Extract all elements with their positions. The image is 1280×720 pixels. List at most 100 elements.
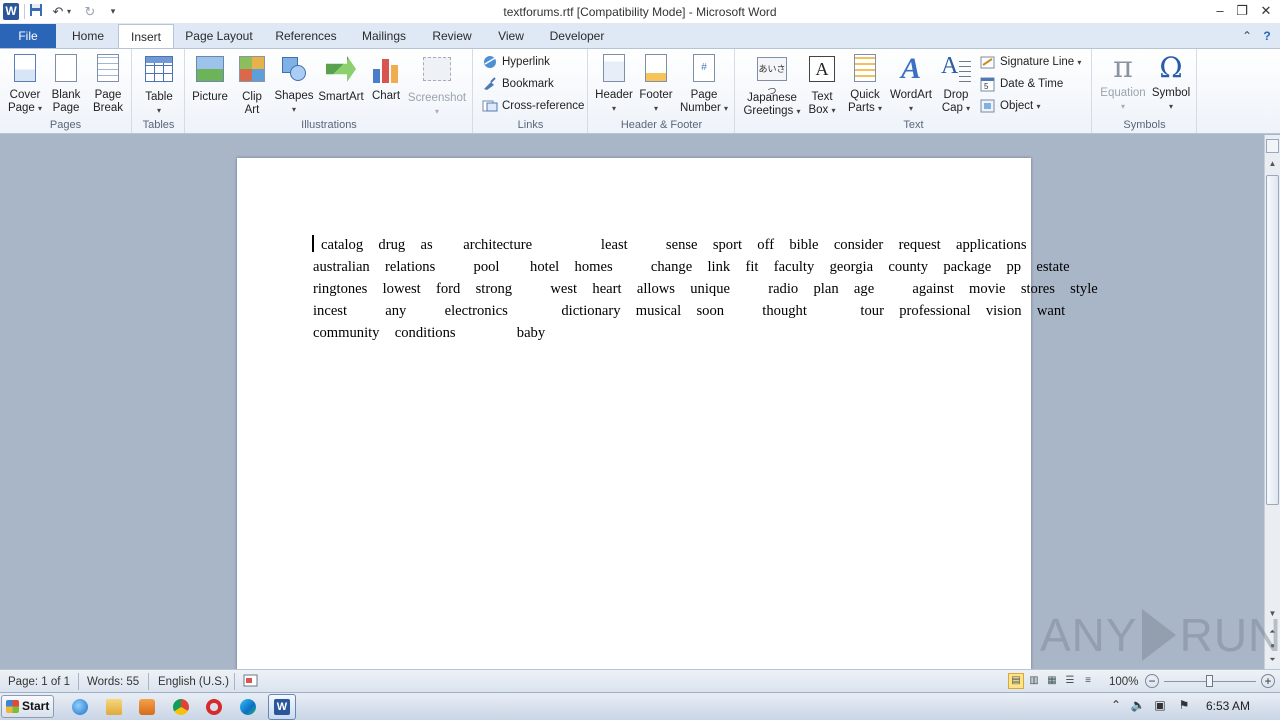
- edge-icon[interactable]: [238, 697, 258, 717]
- document-body[interactable]: catalog drug as architecture least sense…: [313, 234, 1098, 344]
- picture-icon: [196, 56, 224, 82]
- page-number-button[interactable]: # Page Number ▾: [679, 52, 729, 115]
- full-screen-reading-icon[interactable]: ▥: [1026, 673, 1042, 689]
- date-time-button[interactable]: 5 Date & Time: [980, 74, 1063, 94]
- language-indicator[interactable]: English (U.S.): [158, 674, 229, 690]
- action-center-flag-icon[interactable]: ⚑: [1176, 697, 1192, 713]
- web-layout-icon[interactable]: ▦: [1044, 673, 1060, 689]
- print-layout-view-icon[interactable]: ▤: [1008, 673, 1024, 689]
- minimize-button[interactable]: –: [1210, 2, 1230, 20]
- scroll-up-icon[interactable]: ▲: [1265, 157, 1280, 171]
- document-line[interactable]: australian relations pool hotel homes ch…: [313, 256, 1070, 278]
- tab-developer[interactable]: Developer: [542, 24, 612, 48]
- page-break-button[interactable]: Page Break: [88, 52, 128, 115]
- chrome-icon[interactable]: [171, 697, 191, 717]
- tab-view[interactable]: View: [488, 24, 534, 48]
- word-count[interactable]: Words: 55: [87, 674, 139, 690]
- restore-button[interactable]: ❐: [1232, 2, 1252, 20]
- view-ruler-icon[interactable]: [1266, 139, 1279, 153]
- clip-art-button[interactable]: Clip Art: [234, 52, 270, 117]
- dropdown-caret-icon: ▾: [1036, 102, 1041, 111]
- document-line[interactable]: ringtones lowest ford strong west heart …: [313, 278, 1098, 300]
- header-button[interactable]: Header ▾: [593, 52, 635, 115]
- show-hidden-icons[interactable]: ⌃: [1108, 697, 1124, 713]
- group-header-footer: Header ▾ Footer ▾ # Page Number ▾ Header…: [589, 49, 735, 133]
- drop-cap-button[interactable]: A Drop Cap ▾: [938, 52, 974, 115]
- opera-icon[interactable]: [204, 697, 224, 717]
- bookmark-button[interactable]: Bookmark: [482, 74, 554, 94]
- smartart-button[interactable]: SmartArt: [316, 52, 366, 104]
- object-button[interactable]: Object ▾: [980, 96, 1040, 116]
- wordart-icon: A: [900, 52, 921, 85]
- taskbar-clock[interactable]: 6:53 AM: [1206, 699, 1250, 713]
- object-icon: [980, 98, 996, 114]
- internet-explorer-icon[interactable]: [70, 697, 90, 717]
- signature-line-button[interactable]: Signature Line ▾: [980, 52, 1081, 72]
- tab-file[interactable]: File: [0, 24, 56, 48]
- document-page[interactable]: catalog drug as architecture least sense…: [237, 158, 1098, 669]
- anyrun-watermark: ANY RUN: [1040, 608, 1280, 661]
- help-icon[interactable]: ?: [1260, 28, 1274, 44]
- tab-page-layout[interactable]: Page Layout: [180, 24, 258, 48]
- tab-mailings[interactable]: Mailings: [352, 24, 416, 48]
- chart-icon: [372, 55, 400, 83]
- picture-button[interactable]: Picture: [190, 52, 230, 104]
- macro-record-icon[interactable]: [243, 674, 259, 690]
- symbol-button[interactable]: Ω Symbol ▾: [1149, 52, 1193, 113]
- chart-button[interactable]: Chart: [366, 52, 406, 103]
- dropdown-caret-icon: ▾: [1168, 102, 1173, 111]
- zoom-out-icon[interactable]: −: [1145, 674, 1159, 688]
- draft-view-icon[interactable]: ≡: [1080, 673, 1096, 689]
- equation-icon: π: [1113, 50, 1133, 85]
- document-line[interactable]: incest any electronics dictionary musica…: [313, 300, 1065, 322]
- tab-references[interactable]: References: [268, 24, 344, 48]
- tab-review[interactable]: Review: [424, 24, 480, 48]
- table-button[interactable]: Table ▾: [139, 52, 179, 117]
- screenshot-button[interactable]: Screenshot ▾: [406, 52, 468, 118]
- footer-button[interactable]: Footer ▾: [635, 52, 677, 115]
- hyperlink-button[interactable]: Hyperlink: [482, 52, 550, 72]
- text-box-icon: A: [809, 56, 835, 82]
- quick-parts-icon: [854, 54, 876, 82]
- blank-page-button[interactable]: Blank Page: [46, 52, 86, 115]
- vertical-scrollbar[interactable]: ▲ ▼ ⏶ ● ⏷: [1264, 135, 1280, 669]
- group-label-tables: Tables: [142, 119, 175, 131]
- document-line[interactable]: catalog drug as architecture least sense…: [313, 234, 1027, 256]
- dropdown-caret-icon: ▾: [966, 104, 971, 113]
- scroll-thumb[interactable]: [1266, 175, 1279, 505]
- quick-parts-button[interactable]: Quick Parts ▾: [846, 52, 884, 115]
- drop-cap-icon: A: [941, 54, 971, 84]
- wordart-button[interactable]: A WordArt ▾: [886, 52, 936, 115]
- volume-icon[interactable]: 🔈: [1130, 697, 1146, 713]
- group-text: あいさつ Japanese Greetings ▾ A Text Box ▾ Q…: [736, 49, 1092, 133]
- start-button[interactable]: Start: [1, 695, 54, 718]
- outline-view-icon[interactable]: ☰: [1062, 673, 1078, 689]
- word-taskbar-icon[interactable]: W: [268, 694, 296, 720]
- page-count[interactable]: Page: 1 of 1: [8, 674, 70, 690]
- file-explorer-icon[interactable]: [104, 697, 124, 717]
- close-button[interactable]: ✕: [1256, 2, 1276, 20]
- dropdown-caret-icon: ▾: [796, 107, 801, 116]
- symbol-icon: Ω: [1159, 51, 1183, 84]
- shapes-button[interactable]: Shapes ▾: [274, 52, 314, 116]
- text-box-button[interactable]: A Text Box ▾: [804, 52, 840, 117]
- equation-button[interactable]: π Equation ▾: [1097, 52, 1149, 113]
- japanese-greetings-button[interactable]: あいさつ Japanese Greetings ▾: [740, 52, 804, 118]
- cross-reference-icon: [482, 98, 498, 114]
- zoom-level[interactable]: 100%: [1109, 674, 1138, 690]
- cross-reference-button[interactable]: Cross-reference: [482, 96, 584, 116]
- document-line[interactable]: community conditions baby: [313, 322, 958, 344]
- zoom-in-icon[interactable]: +: [1261, 674, 1275, 688]
- tab-home[interactable]: Home: [62, 24, 114, 48]
- network-icon[interactable]: ▣: [1152, 697, 1168, 713]
- cover-page-button[interactable]: Cover Page ▾: [4, 52, 46, 115]
- dropdown-caret-icon: ▾: [724, 104, 729, 113]
- minimize-ribbon-icon[interactable]: ⌃: [1240, 28, 1254, 44]
- ribbon-insert: Cover Page ▾ Blank Page Page Break Pages…: [0, 48, 1280, 134]
- dropdown-caret-icon: ▾: [1120, 102, 1125, 111]
- zoom-slider-knob[interactable]: [1206, 675, 1213, 687]
- group-label-pages: Pages: [49, 119, 82, 131]
- media-player-icon[interactable]: [137, 697, 157, 717]
- tab-insert[interactable]: Insert: [118, 24, 174, 49]
- group-symbols: π Equation ▾ Ω Symbol ▾ Symbols: [1093, 49, 1197, 133]
